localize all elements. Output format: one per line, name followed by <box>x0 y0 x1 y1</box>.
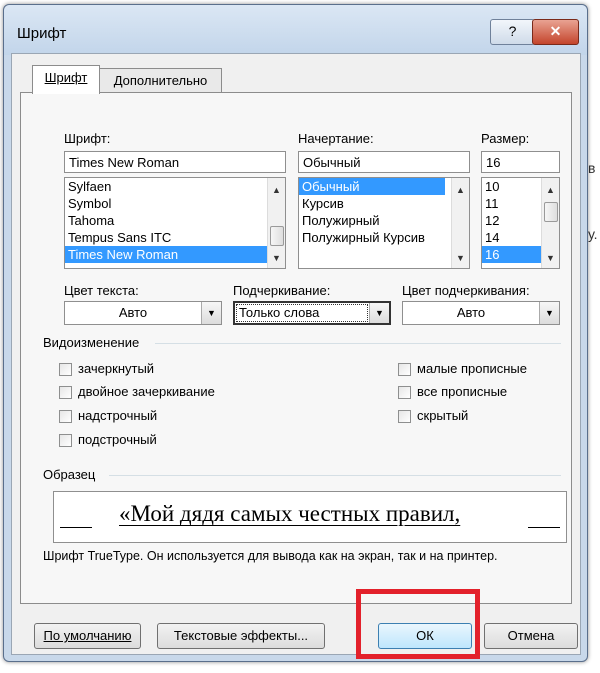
all-caps-label[interactable]: все прописные <box>417 384 507 399</box>
dialog-title: Шрифт <box>17 25 67 42</box>
underline-dropdown[interactable]: Только слова ▼ <box>233 301 391 325</box>
font-list[interactable]: Sylfaen Symbol Tahoma Tempus Sans ITC Ti… <box>64 177 286 269</box>
preview-line-right <box>528 527 560 528</box>
strikethrough-label[interactable]: зачеркнутый <box>78 361 154 376</box>
list-item[interactable]: Symbol <box>65 195 285 212</box>
underline-value: Только слова <box>235 303 369 323</box>
list-item[interactable]: Sylfaen <box>65 178 285 195</box>
list-item[interactable]: Tahoma <box>65 212 285 229</box>
font-name-input[interactable]: Times New Roman <box>64 151 286 173</box>
size-input[interactable]: 16 <box>481 151 560 173</box>
preview-line-left <box>60 527 92 528</box>
preview-separator <box>109 475 561 476</box>
list-item-selected[interactable]: 16 <box>482 246 542 263</box>
tab-advanced[interactable]: Дополнительно <box>99 68 222 93</box>
font-dialog: Шрифт ? ✕ Шрифт Дополнительно Шрифт: Tim… <box>3 4 588 662</box>
hidden-label[interactable]: скрытый <box>417 408 468 423</box>
all-caps-checkbox[interactable] <box>398 386 411 399</box>
text-color-dropdown[interactable]: Авто ▼ <box>64 301 222 325</box>
style-input[interactable]: Обычный <box>298 151 470 173</box>
scroll-up-arrow-icon[interactable]: ▲ <box>452 182 469 199</box>
preview-text: «Мой дядя самых честных правил, <box>119 501 461 526</box>
small-caps-checkbox[interactable] <box>398 363 411 376</box>
list-item-selected[interactable]: Times New Roman <box>65 246 268 263</box>
dropdown-arrow-icon[interactable]: ▼ <box>201 302 221 324</box>
help-button[interactable]: ? <box>490 19 535 45</box>
size-label: Размер: <box>481 131 530 146</box>
font-label: Шрифт: <box>64 131 111 146</box>
hidden-checkbox[interactable] <box>398 410 411 423</box>
style-list[interactable]: Обычный Курсив Полужирный Полужирный Кур… <box>298 177 470 269</box>
effects-section-label: Видоизменение <box>43 335 140 350</box>
font-tab-panel: Шрифт: Times New Roman Sylfaen Symbol Ta… <box>20 92 572 604</box>
preview-box: «Мой дядя самых честных правил, <box>53 491 567 543</box>
list-item[interactable]: Tempus Sans ITC <box>65 229 285 246</box>
dialog-client-area: Шрифт Дополнительно Шрифт: Times New Rom… <box>11 53 581 655</box>
style-label: Начертание: <box>298 131 374 146</box>
scroll-down-arrow-icon[interactable]: ▼ <box>452 250 469 267</box>
text-color-label: Цвет текста: <box>64 283 139 298</box>
superscript-checkbox[interactable] <box>59 410 72 423</box>
list-item[interactable]: Полужирный <box>299 212 469 229</box>
close-button[interactable]: ✕ <box>532 19 579 45</box>
size-list[interactable]: 10 11 12 14 16 ▲ ▼ <box>481 177 560 269</box>
scroll-up-arrow-icon[interactable]: ▲ <box>268 182 285 199</box>
list-item[interactable]: Полужирный Курсив <box>299 229 469 246</box>
underline-color-label: Цвет подчеркивания: <box>402 283 530 298</box>
dropdown-arrow-icon[interactable]: ▼ <box>369 303 389 323</box>
list-item[interactable]: Курсив <box>299 195 469 212</box>
truetype-note: Шрифт TrueType. Он используется для выво… <box>43 549 498 563</box>
double-strikethrough-checkbox[interactable] <box>59 386 72 399</box>
text-color-value: Авто <box>118 305 148 320</box>
font-list-scrollbar[interactable]: ▲ ▼ <box>267 178 285 268</box>
small-caps-label[interactable]: малые прописные <box>417 361 527 376</box>
scroll-thumb[interactable] <box>544 202 558 222</box>
scroll-up-arrow-icon[interactable]: ▲ <box>542 182 559 199</box>
scroll-thumb[interactable] <box>270 226 284 246</box>
subscript-label[interactable]: подстрочный <box>78 432 157 447</box>
list-item-selected[interactable]: Обычный <box>299 178 445 195</box>
cancel-button[interactable]: Отмена <box>484 623 578 649</box>
subscript-checkbox[interactable] <box>59 434 72 447</box>
preview-section-label: Образец <box>43 467 96 482</box>
set-default-button[interactable]: По умолчанию <box>34 623 141 649</box>
underline-label: Подчеркивание: <box>233 283 331 298</box>
tab-font[interactable]: Шрифт <box>32 65 100 94</box>
background-text-fragment: у. <box>588 226 598 242</box>
double-strikethrough-label[interactable]: двойное зачеркивание <box>78 384 215 399</box>
text-effects-button[interactable]: Текстовые эффекты... <box>157 623 325 649</box>
underline-color-dropdown[interactable]: Авто ▼ <box>402 301 560 325</box>
style-list-scrollbar[interactable]: ▲ ▼ <box>451 178 469 268</box>
size-list-scrollbar[interactable]: ▲ ▼ <box>541 178 559 268</box>
scroll-down-arrow-icon[interactable]: ▼ <box>268 250 285 267</box>
effects-separator <box>155 343 561 344</box>
background-text-fragment: в <box>588 160 596 176</box>
dropdown-arrow-icon[interactable]: ▼ <box>539 302 559 324</box>
superscript-label[interactable]: надстрочный <box>78 408 157 423</box>
scroll-down-arrow-icon[interactable]: ▼ <box>542 250 559 267</box>
strikethrough-checkbox[interactable] <box>59 363 72 376</box>
underline-color-value: Авто <box>456 305 486 320</box>
highlight-annotation <box>356 589 480 659</box>
